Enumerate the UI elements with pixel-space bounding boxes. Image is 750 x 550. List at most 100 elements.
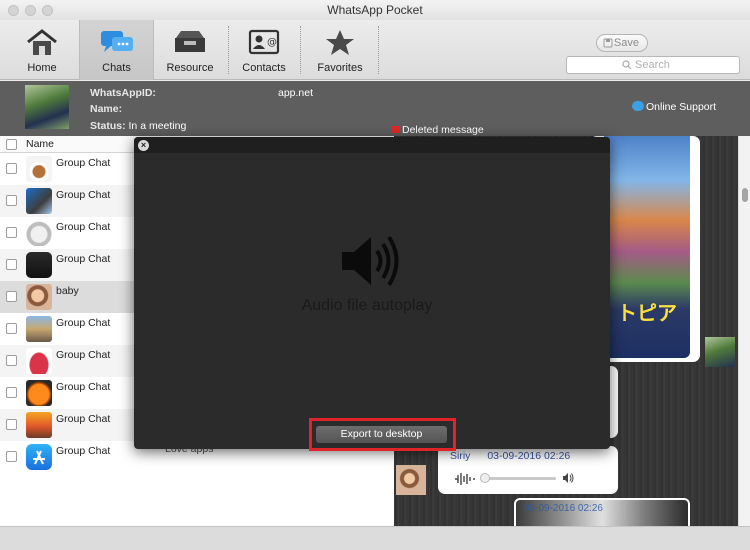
sender-avatar xyxy=(705,337,735,367)
audio-message-bubble[interactable]: Siriy 03-09-2016 02:26 xyxy=(438,446,618,494)
toolbar-divider xyxy=(228,26,229,74)
online-support-label: Online Support xyxy=(646,101,717,113)
audio-player-overlay: × Audio file autoplay xyxy=(134,137,610,449)
tab-home[interactable]: Home xyxy=(14,20,70,80)
export-to-desktop-button[interactable]: Export to desktop xyxy=(316,426,447,443)
tab-favorites[interactable]: Favorites xyxy=(308,20,372,80)
contacts-icon: @ xyxy=(248,29,280,55)
row-checkbox[interactable] xyxy=(6,387,17,398)
search-icon xyxy=(622,60,632,70)
device-thumbnail xyxy=(26,252,52,278)
resource-icon xyxy=(175,31,205,52)
baby-thumbnail xyxy=(26,284,52,310)
city-thumbnail xyxy=(26,316,52,342)
whatsapp-id-value: app.net xyxy=(278,87,314,99)
sunset-thumbnail xyxy=(26,412,52,438)
status-label: Status: xyxy=(90,120,126,132)
audio-timestamp: 03-09-2016 02:26 xyxy=(487,450,571,462)
column-name-header[interactable]: Name xyxy=(26,138,54,150)
tab-contacts-label: Contacts xyxy=(242,62,286,74)
status-bar xyxy=(0,526,750,550)
minimize-window-button[interactable] xyxy=(25,5,36,16)
save-button[interactable]: Save xyxy=(596,34,648,52)
online-support-link[interactable]: Online Support xyxy=(632,101,716,113)
vertical-scrollbar[interactable] xyxy=(738,136,750,526)
speaker-icon[interactable] xyxy=(562,472,574,484)
sender-avatar xyxy=(396,465,426,495)
cat-thumbnail xyxy=(26,220,52,246)
tab-favorites-label: Favorites xyxy=(317,62,363,74)
tab-chats-label: Chats xyxy=(102,62,131,74)
save-button-label: Save xyxy=(613,37,639,49)
app-store-icon xyxy=(33,450,45,465)
home-icon xyxy=(27,29,57,55)
scrollbar-thumb[interactable] xyxy=(742,188,748,202)
audio-message-meta: Siriy 03-09-2016 02:26 xyxy=(450,450,570,462)
row-checkbox[interactable] xyxy=(6,163,17,174)
app-thumbnail xyxy=(26,188,52,214)
list-item-name: baby xyxy=(56,285,79,297)
photo-timestamp: 03-09-2016 02:26 xyxy=(524,503,603,514)
row-checkbox[interactable] xyxy=(6,259,17,270)
tab-chats[interactable]: Chats xyxy=(79,20,154,80)
list-item-name: Group Chat xyxy=(56,349,111,361)
deleted-message-label: Deleted message xyxy=(402,124,484,136)
list-item-name: Group Chat xyxy=(56,189,111,201)
title-bar: WhatsApp Pocket xyxy=(0,0,750,20)
audio-sender: Siriy xyxy=(450,450,471,462)
audio-progress-knob[interactable] xyxy=(480,473,490,483)
image-message-bubble[interactable]: 03-09-2016 02:26 xyxy=(514,498,690,526)
pumpkin-thumbnail xyxy=(26,380,52,406)
row-checkbox[interactable] xyxy=(6,291,17,302)
row-checkbox[interactable] xyxy=(6,323,17,334)
poster-title: トピア xyxy=(617,301,677,325)
search-input[interactable]: Search xyxy=(566,56,740,74)
tab-resource-label: Resource xyxy=(166,62,214,74)
favorites-icon xyxy=(326,30,354,55)
toolbar-divider xyxy=(378,26,379,74)
deleted-message-legend: Deleted message xyxy=(392,124,484,136)
tab-home-label: Home xyxy=(27,62,57,74)
red-square-icon xyxy=(392,126,399,133)
chat-bubble-icon xyxy=(632,101,644,111)
row-checkbox[interactable] xyxy=(6,195,17,206)
coffee-cup-thumbnail xyxy=(26,156,52,182)
list-item-name: Group Chat xyxy=(56,413,111,425)
audio-progress-track[interactable] xyxy=(484,477,556,480)
svg-text:@: @ xyxy=(267,37,277,48)
close-window-button[interactable] xyxy=(8,5,19,16)
row-checkbox[interactable] xyxy=(6,227,17,238)
list-item-name: Group Chat xyxy=(56,381,111,393)
whatsapp-id-row: WhatsAppID: app.net xyxy=(90,87,313,99)
tab-resource[interactable]: Resource xyxy=(158,20,222,80)
handbag-thumbnail xyxy=(26,348,52,374)
list-item-name: Group Chat xyxy=(56,317,111,329)
row-checkbox[interactable] xyxy=(6,419,17,430)
close-icon[interactable]: × xyxy=(138,140,149,151)
speaker-icon xyxy=(342,235,399,287)
list-item-name: Group Chat xyxy=(56,157,111,169)
list-item-name: Group Chat xyxy=(56,445,111,457)
status-row: Status: In a meeting xyxy=(90,120,186,132)
overlay-title: Audio file autoplay xyxy=(301,297,433,314)
waveform-icon xyxy=(455,473,475,485)
status-value: In a meeting xyxy=(128,120,187,132)
toolbar-divider xyxy=(300,26,301,74)
row-checkbox[interactable] xyxy=(6,451,17,462)
select-all-checkbox[interactable] xyxy=(6,139,17,150)
movie-poster-image[interactable]: トピア xyxy=(604,136,690,358)
app-window: WhatsApp Pocket Home Chats Resource @ Co… xyxy=(0,0,750,550)
name-label: Name: xyxy=(90,103,123,115)
overlay-header: × xyxy=(134,137,610,153)
list-item-name: Group Chat xyxy=(56,253,111,265)
search-placeholder: Search xyxy=(635,59,670,71)
whatsapp-id-label: WhatsAppID: xyxy=(90,87,156,99)
chats-icon xyxy=(100,31,133,52)
avatar xyxy=(25,85,69,129)
row-checkbox[interactable] xyxy=(6,355,17,366)
window-title: WhatsApp Pocket xyxy=(327,3,423,17)
zoom-window-button[interactable] xyxy=(42,5,53,16)
save-icon xyxy=(603,38,613,48)
tab-contacts[interactable]: @ Contacts xyxy=(234,20,294,80)
list-item-name: Group Chat xyxy=(56,221,111,233)
